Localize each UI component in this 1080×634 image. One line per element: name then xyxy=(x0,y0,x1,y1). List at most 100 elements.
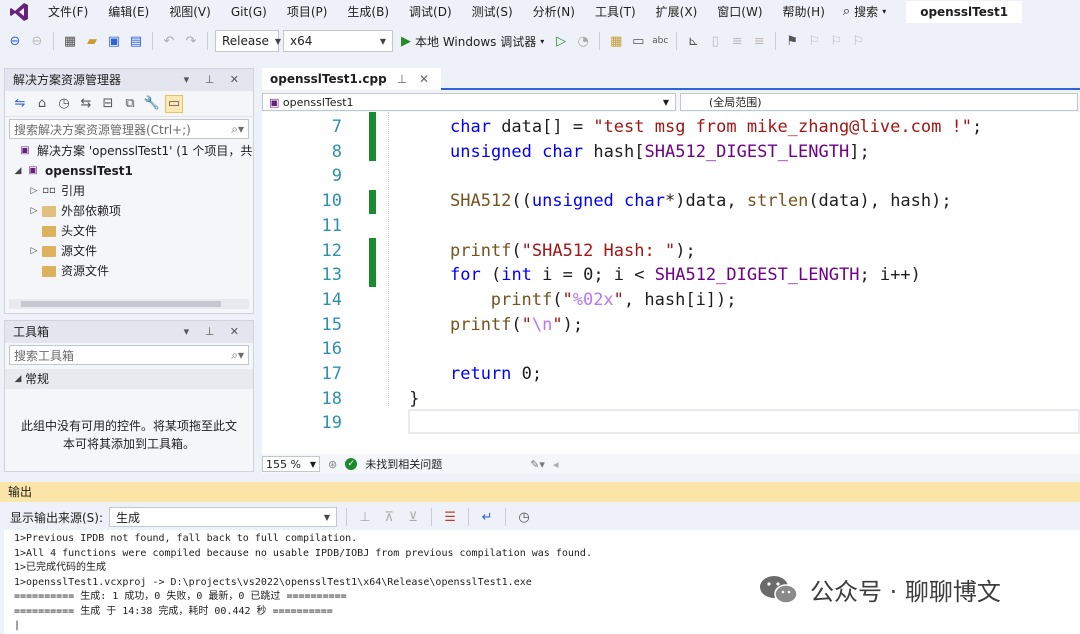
toolbox-title: 工具箱 xyxy=(13,325,50,339)
next-bookmark-icon[interactable]: ⚐ xyxy=(827,32,845,50)
line-number: 15 xyxy=(321,314,342,335)
zoom-select[interactable]: 155 % ▼ xyxy=(262,456,320,472)
expand-icon[interactable]: ▷ xyxy=(27,241,41,261)
cleanup-icon[interactable]: ✎▾ xyxy=(530,458,545,471)
find-message-icon[interactable]: ⊥ xyxy=(356,508,374,526)
issues-status[interactable]: 未找到相关问题 xyxy=(365,456,442,472)
menu-item[interactable]: 视图(V) xyxy=(159,0,221,24)
scrollbar-thumb[interactable] xyxy=(21,301,221,307)
scope-text: opensslTest1 xyxy=(282,95,354,109)
prev-bookmark-icon[interactable]: ⚐ xyxy=(805,32,823,50)
window-layout-icon[interactable]: ▭ xyxy=(629,32,647,50)
output-panel-title: 输出 xyxy=(0,482,1080,502)
panel-window-controls[interactable]: ▾ ⊥ ✕ xyxy=(184,69,245,91)
home-icon[interactable]: ⌂ xyxy=(33,95,51,113)
member-select[interactable]: (全局范围) xyxy=(680,93,1078,111)
forward-icon[interactable]: ⊖ xyxy=(28,32,46,50)
switch-views-icon[interactable]: ⇋ xyxy=(11,95,29,113)
line-number: 14 xyxy=(321,289,342,310)
code-token: data[] = xyxy=(490,117,594,137)
menu-item[interactable]: 调试(D) xyxy=(399,0,462,24)
expand-icon[interactable]: ▷ xyxy=(27,181,41,201)
spellcheck-icon[interactable]: abc xyxy=(651,32,669,50)
browse-icon[interactable]: ▦ xyxy=(607,32,625,50)
show-all-files-icon[interactable]: ⧉ xyxy=(121,95,139,113)
search-menu[interactable]: ⌕ 搜索 ▾ xyxy=(835,0,894,24)
tree-solution-label: 解决方案 'opensslTest1' (1 个项目，共 xyxy=(37,144,253,158)
clear-bookmarks-icon[interactable]: ⚐ xyxy=(849,32,867,50)
solution-search-input[interactable]: 搜索解决方案资源管理器(Ctrl+;) ⌕▾ xyxy=(9,119,249,139)
output-source-select[interactable]: 生成 ▼ xyxy=(109,507,338,527)
visual-studio-logo-icon[interactable] xyxy=(8,1,30,23)
tab-controls[interactable]: ⊥ ✕ xyxy=(397,68,433,90)
scope-select[interactable]: ▣ opensslTest1 ▼ xyxy=(262,93,676,111)
menu-item[interactable]: 窗口(W) xyxy=(707,0,772,24)
word-wrap-icon[interactable]: ↵ xyxy=(478,508,496,526)
panel-window-controls[interactable]: ▾ ⊥ ✕ xyxy=(184,321,245,343)
editor-tab-strip: opensslTest1.cpp ⊥ ✕ xyxy=(262,68,1080,90)
collapse-icon: ◢ xyxy=(14,374,22,384)
line-number: 19 xyxy=(321,413,342,434)
breakpoint-icon[interactable]: ▯ xyxy=(706,32,724,50)
menu-item[interactable]: 编辑(E) xyxy=(98,0,159,24)
code-editor[interactable]: 7 8 9 10 11 12 13 14 15 16 17 18 19 char data[] = "t… xyxy=(262,112,1080,454)
hot-reload-icon[interactable]: ◔ xyxy=(574,32,592,50)
code-token: \n xyxy=(531,314,553,335)
line-number: 12 xyxy=(321,240,342,261)
expand-icon[interactable]: ▷ xyxy=(27,201,41,221)
open-folder-icon[interactable]: ▰ xyxy=(83,32,101,50)
prev-message-icon[interactable]: ⊼ xyxy=(380,508,398,526)
tree-item[interactable]: 资源文件 xyxy=(5,261,253,281)
change-marker xyxy=(369,190,376,214)
tree-item[interactable]: ▷ 源文件 xyxy=(5,241,253,261)
start-debugging-button[interactable]: ▶ 本地 Windows 调试器 ▾ xyxy=(397,33,548,50)
preview-selected-icon[interactable]: ▭ xyxy=(165,94,183,113)
code-token: ( xyxy=(552,289,563,310)
tree-solution-node[interactable]: ▣ 解决方案 'opensslTest1' (1 个项目，共 xyxy=(5,141,253,161)
bookmark-icon[interactable]: ⚑ xyxy=(783,32,801,50)
toolbox-group-header[interactable]: ◢ 常规 xyxy=(5,369,253,389)
horizontal-scrollbar[interactable] xyxy=(9,299,249,309)
menu-item[interactable]: 生成(B) xyxy=(337,0,399,24)
menu-item[interactable]: 测试(S) xyxy=(462,0,523,24)
menu-item[interactable]: 文件(F) xyxy=(38,0,98,24)
properties-icon[interactable]: 🔧 xyxy=(143,95,161,113)
history-icon[interactable]: ◷ xyxy=(55,95,73,113)
uncomment-icon[interactable]: ≡ xyxy=(750,32,768,50)
start-without-debugging-icon[interactable]: ▷ xyxy=(552,32,570,50)
copilot-icon[interactable]: ⊛ xyxy=(328,458,337,471)
tree-item[interactable]: ▷ ▫▫ 引用 xyxy=(5,181,253,201)
menu-item[interactable]: 扩展(X) xyxy=(646,0,708,24)
output-line: 1>All 4 functions were compiled because … xyxy=(14,547,592,559)
clock-icon[interactable]: ◷ xyxy=(515,508,533,526)
collapse-all-icon[interactable]: ⊟ xyxy=(99,95,117,113)
toolbox-panel: 工具箱 ▾ ⊥ ✕ 搜索工具箱 ⌕▾ ◢ 常规 此组中没有可用的控件。将某项拖至… xyxy=(4,320,254,472)
tab-opensslTest1-cpp[interactable]: opensslTest1.cpp ⊥ ✕ xyxy=(262,68,442,90)
save-icon[interactable]: ▣ xyxy=(105,32,123,50)
tree-project-node[interactable]: ◢ ▣ opensslTest1 xyxy=(5,161,253,181)
tree-item-label: 源文件 xyxy=(61,244,98,258)
tree-item[interactable]: ▷ 外部依赖项 xyxy=(5,201,253,221)
redo-icon[interactable]: ↷ xyxy=(182,32,200,50)
filter-folder-icon xyxy=(41,264,57,278)
back-icon[interactable]: ⊖ xyxy=(6,32,24,50)
scroll-left-icon[interactable]: ◂ xyxy=(553,458,559,471)
clear-all-icon[interactable]: ☰ xyxy=(441,508,459,526)
sync-icon[interactable]: ⇆ xyxy=(77,95,95,113)
collapse-icon[interactable]: ◢ xyxy=(11,161,25,181)
menu-item[interactable]: 工具(T) xyxy=(585,0,646,24)
step-icon[interactable]: ⊾ xyxy=(684,32,702,50)
menu-item[interactable]: Git(G) xyxy=(221,0,277,24)
menu-item[interactable]: 分析(N) xyxy=(523,0,585,24)
toolbox-search-input[interactable]: 搜索工具箱 ⌕▾ xyxy=(9,345,249,365)
menu-item[interactable]: 帮助(H) xyxy=(773,0,835,24)
save-all-icon[interactable]: ▤ xyxy=(127,32,145,50)
comment-icon[interactable]: ≡ xyxy=(728,32,746,50)
new-project-icon[interactable]: ▦ xyxy=(61,32,79,50)
tree-item[interactable]: 头文件 xyxy=(5,221,253,241)
configuration-select[interactable]: Release ▼ xyxy=(215,30,281,52)
platform-select[interactable]: x64 ▼ xyxy=(283,30,393,52)
undo-icon[interactable]: ↶ xyxy=(160,32,178,50)
menu-item[interactable]: 项目(P) xyxy=(277,0,338,24)
next-message-icon[interactable]: ⊻ xyxy=(404,508,422,526)
